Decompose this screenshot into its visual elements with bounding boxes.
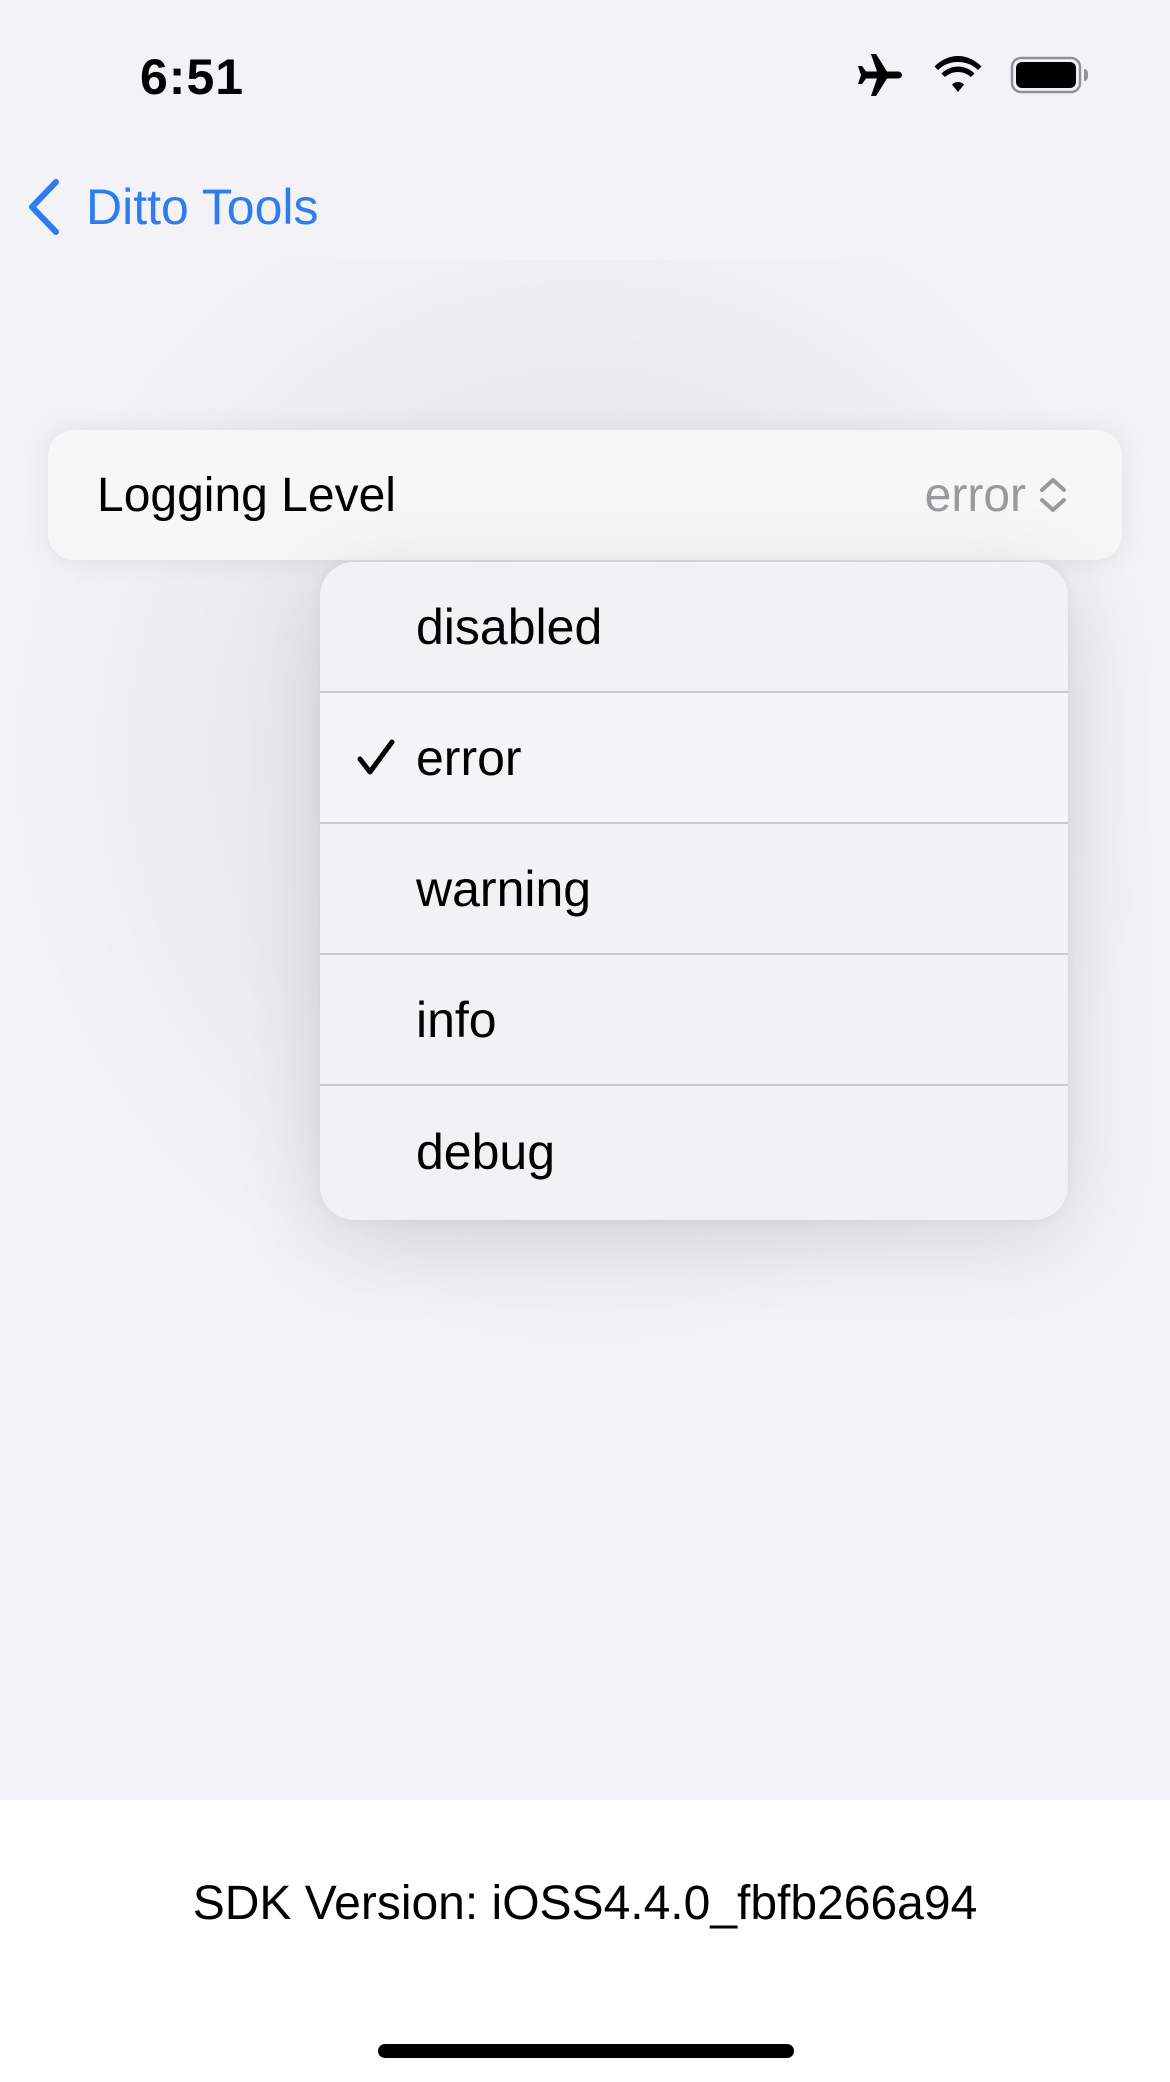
menu-item-error[interactable]: error [320,693,1068,824]
menu-item-label: info [416,991,497,1048]
back-button-label: Ditto Tools [86,179,319,235]
checkmark-icon [354,736,398,780]
wifi-icon [934,56,982,94]
airplane-icon [856,52,906,98]
menu-item-label: debug [416,1124,556,1180]
sdk-version-text: SDK Version: iOSS4.4.0_fbfb266a94 [192,1877,978,1930]
menu-item-label: warning [416,860,592,917]
footer: SDK Version: iOSS4.4.0_fbfb266a94 [0,1800,1170,2082]
menu-item-warning[interactable]: warning [320,824,1068,955]
battery-icon [1010,56,1090,94]
logging-level-value: error [924,468,1026,522]
menu-item-info[interactable]: info [320,955,1068,1086]
menu-item-label: disabled [416,598,603,655]
home-indicator[interactable] [378,2044,794,2058]
menu-item-disabled[interactable]: disabled [320,562,1068,693]
menu-item-label: error [416,729,522,786]
logging-level-label: Logging Level [97,468,396,522]
chevron-left-icon [24,178,64,236]
back-button[interactable]: Ditto Tools [24,178,319,236]
logging-level-picker[interactable]: error [925,468,1070,523]
logging-level-row[interactable]: Logging Level error [48,430,1122,560]
status-bar: 6:51 [0,0,1170,150]
status-icons [856,52,1090,98]
logging-level-menu: disabled error warning info debug [320,562,1068,1220]
chevron-up-down-icon [1036,475,1070,515]
menu-item-debug[interactable]: debug [320,1086,1068,1218]
status-time: 6:51 [140,49,245,105]
